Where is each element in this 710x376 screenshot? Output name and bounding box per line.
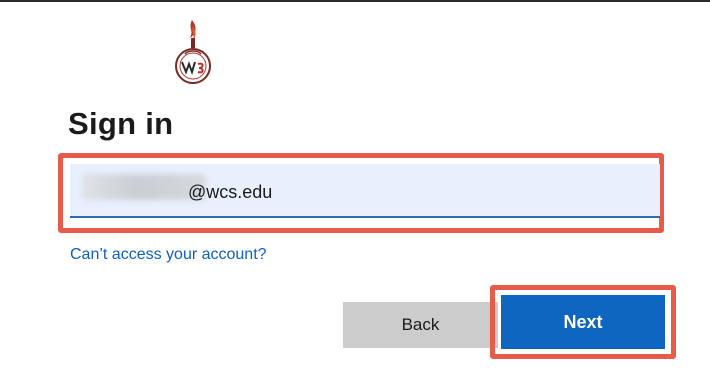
page-title: Sign in — [68, 106, 174, 141]
email-field-value: @wcs.edu — [188, 182, 273, 202]
back-button[interactable]: Back — [343, 302, 498, 348]
top-divider — [0, 0, 710, 2]
email-field[interactable]: @wcs.edu — [70, 164, 660, 218]
school-logo — [175, 20, 211, 84]
cant-access-account-link[interactable]: Can’t access your account? — [70, 246, 267, 264]
next-button[interactable]: Next — [501, 295, 665, 349]
